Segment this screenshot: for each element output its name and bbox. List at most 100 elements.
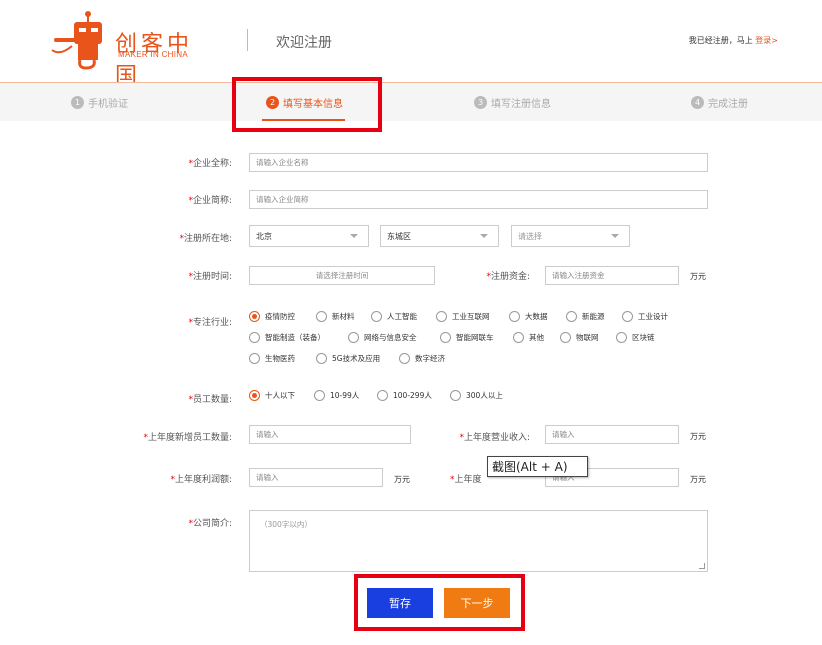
radio-circle-icon[interactable] xyxy=(249,311,260,322)
registered-capital-label: *注册资金: xyxy=(486,272,530,282)
page-header: 创客中国 MAKER IN CHINA 欢迎注册 我已经注册，马上 登录> xyxy=(0,0,822,89)
already-registered-text: 我已经注册，马上 xyxy=(688,36,753,45)
next-step-button[interactable]: 下一步 xyxy=(444,588,510,618)
radio-option[interactable]: 物联网 xyxy=(560,332,599,343)
radio-label: 100-299人 xyxy=(393,391,432,400)
screenshot-tooltip: 截图(Alt + A) xyxy=(487,456,588,477)
radio-circle-icon[interactable] xyxy=(249,390,260,401)
radio-label: 新能源 xyxy=(582,312,605,321)
radio-option[interactable]: 疫情防控 xyxy=(249,311,295,322)
province-select[interactable]: 北京 xyxy=(249,225,369,247)
radio-option[interactable]: 大数据 xyxy=(509,311,548,322)
page-title: 欢迎注册 xyxy=(276,35,332,51)
radio-label: 区块链 xyxy=(632,333,655,342)
radio-label: 5G技术及应用 xyxy=(332,354,381,363)
radio-label: 300人以上 xyxy=(466,391,503,400)
radio-circle-icon[interactable] xyxy=(316,353,327,364)
radio-option[interactable]: 生物医药 xyxy=(249,353,295,364)
radio-option[interactable]: 网络与信息安全 xyxy=(348,332,417,343)
registered-capital-input[interactable]: 请输入注册资金 xyxy=(545,266,679,285)
radio-circle-icon[interactable] xyxy=(314,390,325,401)
profit-unit: 万元 xyxy=(394,475,410,484)
step-phone-verify: 1 手机验证 xyxy=(71,83,128,121)
industry-label: *专注行业: xyxy=(188,318,232,328)
street-select[interactable]: 请选择 xyxy=(511,225,630,247)
radio-label: 工业互联网 xyxy=(452,312,490,321)
robot-logo-icon xyxy=(51,11,102,70)
radio-option[interactable]: 新能源 xyxy=(566,311,605,322)
radio-option[interactable]: 5G技术及应用 xyxy=(316,353,380,364)
radio-option[interactable]: 智能制造（装备） xyxy=(249,332,325,343)
radio-option[interactable]: 工业互联网 xyxy=(436,311,490,322)
radio-label: 数字经济 xyxy=(415,354,445,363)
new-staff-input[interactable]: 请输入 xyxy=(249,425,411,444)
radio-circle-icon[interactable] xyxy=(316,311,327,322)
step-label: 手机验证 xyxy=(88,98,128,110)
radio-option[interactable]: 十人以下 xyxy=(249,390,295,401)
step-number: 4 xyxy=(691,95,704,109)
company-full-name-input[interactable]: 请输入企业名称 xyxy=(249,153,708,172)
resize-handle-icon[interactable] xyxy=(699,563,705,569)
login-link[interactable]: 登录> xyxy=(755,36,778,45)
radio-circle-icon[interactable] xyxy=(622,311,633,322)
radio-circle-icon[interactable] xyxy=(560,332,571,343)
save-draft-button[interactable]: 暂存 xyxy=(367,588,433,618)
radio-circle-icon[interactable] xyxy=(440,332,451,343)
company-intro-label: *公司简介: xyxy=(188,519,232,529)
radio-option[interactable]: 人工智能 xyxy=(371,311,417,322)
company-short-name-label: *企业简称: xyxy=(188,196,232,206)
header-divider xyxy=(247,29,248,51)
profit-input[interactable]: 请输入 xyxy=(249,468,383,487)
radio-circle-icon[interactable] xyxy=(436,311,447,322)
revenue-input[interactable]: 请输入 xyxy=(545,425,679,444)
profit-label: *上年度利润额: xyxy=(170,475,232,485)
registration-time-label: *注册时间: xyxy=(188,272,232,282)
radio-circle-icon[interactable] xyxy=(450,390,461,401)
radio-circle-icon[interactable] xyxy=(348,332,359,343)
step-complete: 4 完成注册 xyxy=(691,83,748,121)
maker-in-china-logo[interactable]: 创客中国 MAKER IN CHINA xyxy=(50,10,215,89)
staff-count-label: *员工数量: xyxy=(188,395,232,405)
radio-option[interactable]: 300人以上 xyxy=(450,390,503,401)
radio-label: 大数据 xyxy=(525,312,548,321)
radio-option[interactable]: 区块链 xyxy=(616,332,655,343)
radio-circle-icon[interactable] xyxy=(616,332,627,343)
revenue-label: *上年度营业收入: xyxy=(459,433,530,443)
radio-label: 生物医药 xyxy=(265,354,295,363)
registration-time-input[interactable]: 请选择注册时间 xyxy=(249,266,435,285)
radio-option[interactable]: 100-299人 xyxy=(377,390,432,401)
district-select[interactable]: 东城区 xyxy=(380,225,499,247)
radio-circle-icon[interactable] xyxy=(249,332,260,343)
radio-label: 工业设计 xyxy=(638,312,668,321)
radio-option[interactable]: 数字经济 xyxy=(399,353,445,364)
company-short-name-input[interactable]: 请输入企业简称 xyxy=(249,190,708,209)
radio-label: 智能制造（装备） xyxy=(265,333,325,342)
radio-label: 人工智能 xyxy=(387,312,417,321)
radio-circle-icon[interactable] xyxy=(513,332,524,343)
step-label: 完成注册 xyxy=(708,98,748,110)
radio-circle-icon[interactable] xyxy=(509,311,520,322)
highlight-box-step xyxy=(232,77,382,132)
radio-option[interactable]: 其他 xyxy=(513,332,544,343)
radio-label: 物联网 xyxy=(576,333,599,342)
chevron-down-icon xyxy=(350,234,358,238)
radio-label: 10-99人 xyxy=(330,391,360,400)
login-prompt: 我已经注册，马上 登录> xyxy=(689,35,778,46)
tax-unit: 万元 xyxy=(690,475,706,484)
radio-label: 新材料 xyxy=(332,312,355,321)
chevron-down-icon xyxy=(611,234,619,238)
radio-option[interactable]: 工业设计 xyxy=(622,311,668,322)
radio-circle-icon[interactable] xyxy=(371,311,382,322)
chevron-down-icon xyxy=(480,234,488,238)
radio-option[interactable]: 智能网联车 xyxy=(440,332,494,343)
step-registration-info: 3 填写注册信息 xyxy=(474,83,551,121)
radio-circle-icon[interactable] xyxy=(377,390,388,401)
radio-circle-icon[interactable] xyxy=(566,311,577,322)
radio-circle-icon[interactable] xyxy=(399,353,410,364)
radio-option[interactable]: 10-99人 xyxy=(314,390,359,401)
new-staff-label: *上年度新增员工数量: xyxy=(143,433,232,443)
company-intro-textarea[interactable]: （300字以内） xyxy=(249,510,708,572)
radio-circle-icon[interactable] xyxy=(249,353,260,364)
radio-label: 网络与信息安全 xyxy=(364,333,417,342)
radio-option[interactable]: 新材料 xyxy=(316,311,355,322)
